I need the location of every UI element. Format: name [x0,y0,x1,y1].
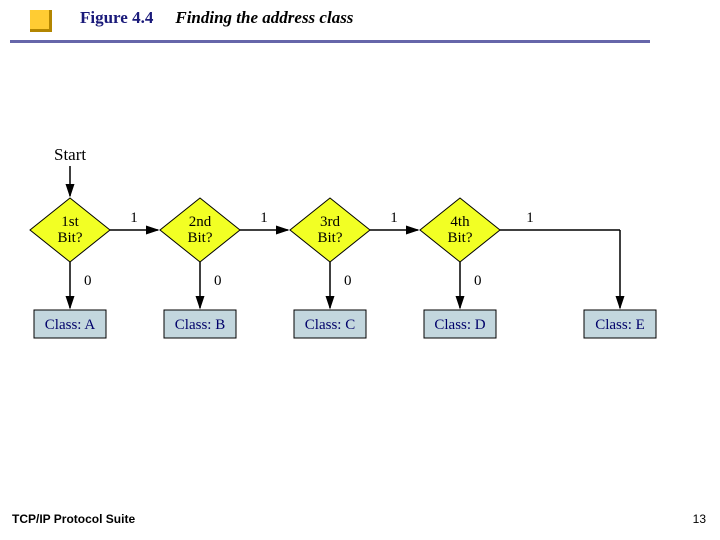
edge-d2-yes: 1 [260,210,268,226]
footer-text: TCP/IP Protocol Suite [12,512,135,526]
class-a-label: Class: A [45,317,96,333]
figure-number: Figure 4.4 [80,8,153,27]
edge-d4-yes: 1 [526,210,534,226]
edge-d2-no: 0 [214,273,222,289]
edge-d1-no: 0 [84,273,92,289]
decision-2-top: 2nd [189,214,212,230]
slide-bullet-icon [30,10,52,32]
header-divider [10,40,650,43]
edge-d3-no: 0 [344,273,352,289]
slide-header: Figure 4.4 Finding the address class [80,8,353,28]
decision-1-bot: Bit? [58,230,83,246]
class-c-label: Class: C [305,317,355,333]
class-e-label: Class: E [595,317,645,333]
class-b-label: Class: B [175,317,225,333]
decision-4-bot: Bit? [448,230,473,246]
decision-3-top: 3rd [320,214,340,230]
figure-title: Finding the address class [175,8,353,27]
decision-1-top: 1st [61,214,79,230]
page-number: 13 [693,512,706,526]
flowchart-diagram: Start 1st Bit? 2nd Bit? 3rd Bit? 4th Bit… [20,130,720,390]
class-d-label: Class: D [434,317,485,333]
edge-d1-yes: 1 [130,210,138,226]
decision-4-top: 4th [450,214,470,230]
decision-3-bot: Bit? [318,230,343,246]
start-label: Start [54,145,86,164]
edge-d3-yes: 1 [390,210,398,226]
decision-2-bot: Bit? [188,230,213,246]
edge-d4-no: 0 [474,273,482,289]
